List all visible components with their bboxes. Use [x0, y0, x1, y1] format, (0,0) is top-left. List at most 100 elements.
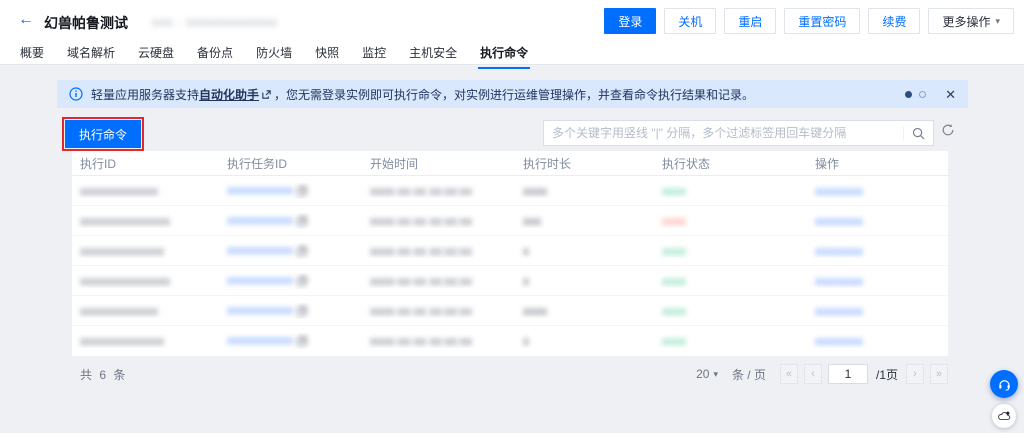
- table-row: xxxxxxxxxxxxxxxxxxxxxxxxxxxxx-xx-xx xx:x…: [72, 236, 948, 266]
- row-action-link-blurred[interactable]: xxxxxxxx: [815, 184, 863, 198]
- headset-icon: [997, 377, 1012, 392]
- copy-icon[interactable]: [297, 185, 307, 199]
- page-size-select[interactable]: 20 ▾: [696, 367, 718, 381]
- table-footer: 共 6 条 20 ▾ 条 / 页 « ‹ /1页 › »: [72, 363, 948, 385]
- table-body: xxxxxxxxxxxxxxxxxxxxxxxxxxxx-xx-xx xx:xx…: [72, 176, 948, 356]
- task-id-link-blurred[interactable]: xxxxxxxxxxx: [227, 243, 307, 257]
- column-header-操作: 操作: [807, 155, 948, 172]
- first-page-button[interactable]: «: [780, 364, 798, 384]
- status-badge-blurred: xxxx: [662, 214, 686, 228]
- header-action-buttons: 登录关机重启重置密码续费更多操作▾: [604, 8, 1014, 34]
- copy-icon[interactable]: [297, 275, 307, 289]
- status-badge-blurred: xxxx: [662, 274, 686, 288]
- task-id-link-blurred[interactable]: xxxxxxxxxxx: [227, 213, 307, 227]
- start-time-blurred: xxxx-xx-xx xx:xx:xx: [370, 244, 472, 258]
- tab-bar: 概要域名解析云硬盘备份点防火墙快照监控主机安全执行命令: [0, 42, 1024, 65]
- chevron-down-icon: ▾: [713, 369, 718, 380]
- task-id-link-blurred[interactable]: xxxxxxxxxxx: [227, 303, 307, 317]
- search-input[interactable]: [544, 126, 903, 140]
- header-button-续费[interactable]: 续费: [868, 8, 920, 34]
- exec-id-blurred: xxxxxxxxxxxxxx: [80, 244, 164, 258]
- start-time-blurred: xxxx-xx-xx xx:xx:xx: [370, 184, 472, 198]
- customer-service-button[interactable]: [990, 370, 1018, 398]
- back-arrow-icon[interactable]: ←: [18, 11, 34, 29]
- header-button-更多操作[interactable]: 更多操作▾: [928, 8, 1014, 34]
- table-row: xxxxxxxxxxxxxxxxxxxxxxxxxxxxx-xx-xx xx:x…: [72, 326, 948, 356]
- duration-blurred: xxx: [523, 214, 541, 228]
- exec-id-blurred: xxxxxxxxxxxxxxx: [80, 214, 170, 228]
- chevron-down-icon: ▾: [995, 16, 1000, 27]
- banner-text-after: ，您无需登录实例即可执行命令，对实例进行运维管理操作，并查看命令执行结果和记录。: [274, 88, 754, 102]
- refresh-icon[interactable]: [941, 123, 955, 137]
- page-size-unit-label: 条 / 页: [732, 366, 766, 383]
- banner-close-icon[interactable]: ✕: [945, 88, 956, 101]
- banner-dot-inactive[interactable]: [919, 91, 926, 98]
- page-size-value: 20: [696, 367, 709, 381]
- automation-assistant-link[interactable]: 自动化助手: [199, 88, 259, 102]
- next-page-button[interactable]: ›: [906, 364, 924, 384]
- banner-dot-active[interactable]: [905, 91, 912, 98]
- start-time-blurred: xxxx-xx-xx xx:xx:xx: [370, 214, 472, 228]
- tab-云硬盘[interactable]: 云硬盘: [136, 42, 176, 67]
- cloud-icon: [997, 409, 1011, 423]
- page-number-input[interactable]: [828, 364, 868, 384]
- exec-id-blurred: xxxxxxxxxxxxxxx: [80, 274, 170, 288]
- table-row: xxxxxxxxxxxxxxxxxxxxxxxxxxxx-xx-xx xx:xx…: [72, 176, 948, 206]
- exec-id-blurred: xxxxxxxxxxxxxx: [80, 334, 164, 348]
- copy-icon[interactable]: [297, 305, 307, 319]
- row-action-link-blurred[interactable]: xxxxxxxx: [815, 304, 863, 318]
- task-id-link-blurred[interactable]: xxxxxxxxxxx: [227, 273, 307, 287]
- page-title: 幻兽帕鲁测试: [44, 13, 128, 33]
- copy-icon[interactable]: [297, 335, 307, 349]
- tab-防火墙[interactable]: 防火墙: [254, 42, 294, 67]
- execute-command-button[interactable]: 执行命令: [65, 120, 141, 148]
- header-button-重置密码[interactable]: 重置密码: [784, 8, 860, 34]
- exec-id-blurred: xxxxxxxxxxxxx: [80, 184, 158, 198]
- prev-page-button[interactable]: ‹: [804, 364, 822, 384]
- duration-blurred: x: [523, 334, 529, 348]
- total-count-label: 共 6 条: [72, 366, 127, 383]
- tab-快照[interactable]: 快照: [313, 42, 341, 67]
- row-action-link-blurred[interactable]: xxxxxxxx: [815, 274, 863, 288]
- feedback-cloud-button[interactable]: [992, 404, 1016, 428]
- row-action-link-blurred[interactable]: xxxxxxxx: [815, 334, 863, 348]
- top-bar: ← 幻兽帕鲁测试 xxx - xxxxxxxxxxxxx 登录关机重启重置密码续…: [0, 0, 1024, 42]
- start-time-blurred: xxxx-xx-xx xx:xx:xx: [370, 334, 472, 348]
- search-box: [543, 120, 934, 146]
- instance-subtitle-blurred: xxx - xxxxxxxxxxxxx: [152, 15, 278, 29]
- header-button-登录[interactable]: 登录: [604, 8, 656, 34]
- header-button-关机[interactable]: 关机: [664, 8, 716, 34]
- copy-icon[interactable]: [297, 215, 307, 229]
- header-button-重启[interactable]: 重启: [724, 8, 776, 34]
- pagination: « ‹ /1页 › »: [780, 364, 948, 384]
- duration-blurred: x: [523, 274, 529, 288]
- row-action-link-blurred[interactable]: xxxxxxxx: [815, 214, 863, 228]
- column-header-执行状态: 执行状态: [654, 155, 807, 172]
- task-id-link-blurred[interactable]: xxxxxxxxxxx: [227, 183, 307, 197]
- tab-域名解析[interactable]: 域名解析: [65, 42, 117, 67]
- column-header-执行时长: 执行时长: [515, 155, 654, 172]
- banner-text: 轻量应用服务器支持自动化助手 ，您无需登录实例即可执行命令，对实例进行运维管理操作…: [91, 86, 754, 103]
- tab-概要[interactable]: 概要: [18, 42, 46, 67]
- external-link-icon: [261, 89, 272, 103]
- table-header-row: 执行ID执行任务ID开始时间执行时长执行状态操作: [72, 151, 948, 176]
- status-badge-blurred: xxxx: [662, 304, 686, 318]
- column-header-执行任务ID: 执行任务ID: [219, 155, 362, 172]
- execution-table: 执行ID执行任务ID开始时间执行时长执行状态操作 xxxxxxxxxxxxxxx…: [72, 151, 948, 356]
- copy-icon[interactable]: [297, 245, 307, 259]
- duration-blurred: x: [523, 244, 529, 258]
- banner-text-before: 轻量应用服务器支持: [91, 88, 199, 102]
- start-time-blurred: xxxx-xx-xx xx:xx:xx: [370, 304, 472, 318]
- task-id-link-blurred[interactable]: xxxxxxxxxxx: [227, 333, 307, 347]
- tab-执行命令[interactable]: 执行命令: [478, 42, 530, 69]
- tab-主机安全[interactable]: 主机安全: [407, 42, 459, 67]
- last-page-button[interactable]: »: [930, 364, 948, 384]
- table-row: xxxxxxxxxxxxxxxxxxxxxxxxxxxxxx-xx-xx xx:…: [72, 266, 948, 296]
- page-total-label: /1页: [876, 366, 898, 383]
- status-badge-blurred: xxxx: [662, 184, 686, 198]
- tab-备份点[interactable]: 备份点: [195, 42, 235, 67]
- tab-监控[interactable]: 监控: [360, 42, 388, 67]
- row-action-link-blurred[interactable]: xxxxxxxx: [815, 244, 863, 258]
- search-icon[interactable]: [903, 127, 933, 140]
- table-row: xxxxxxxxxxxxxxxxxxxxxxxxxxxxxx-xx-xx xx:…: [72, 206, 948, 236]
